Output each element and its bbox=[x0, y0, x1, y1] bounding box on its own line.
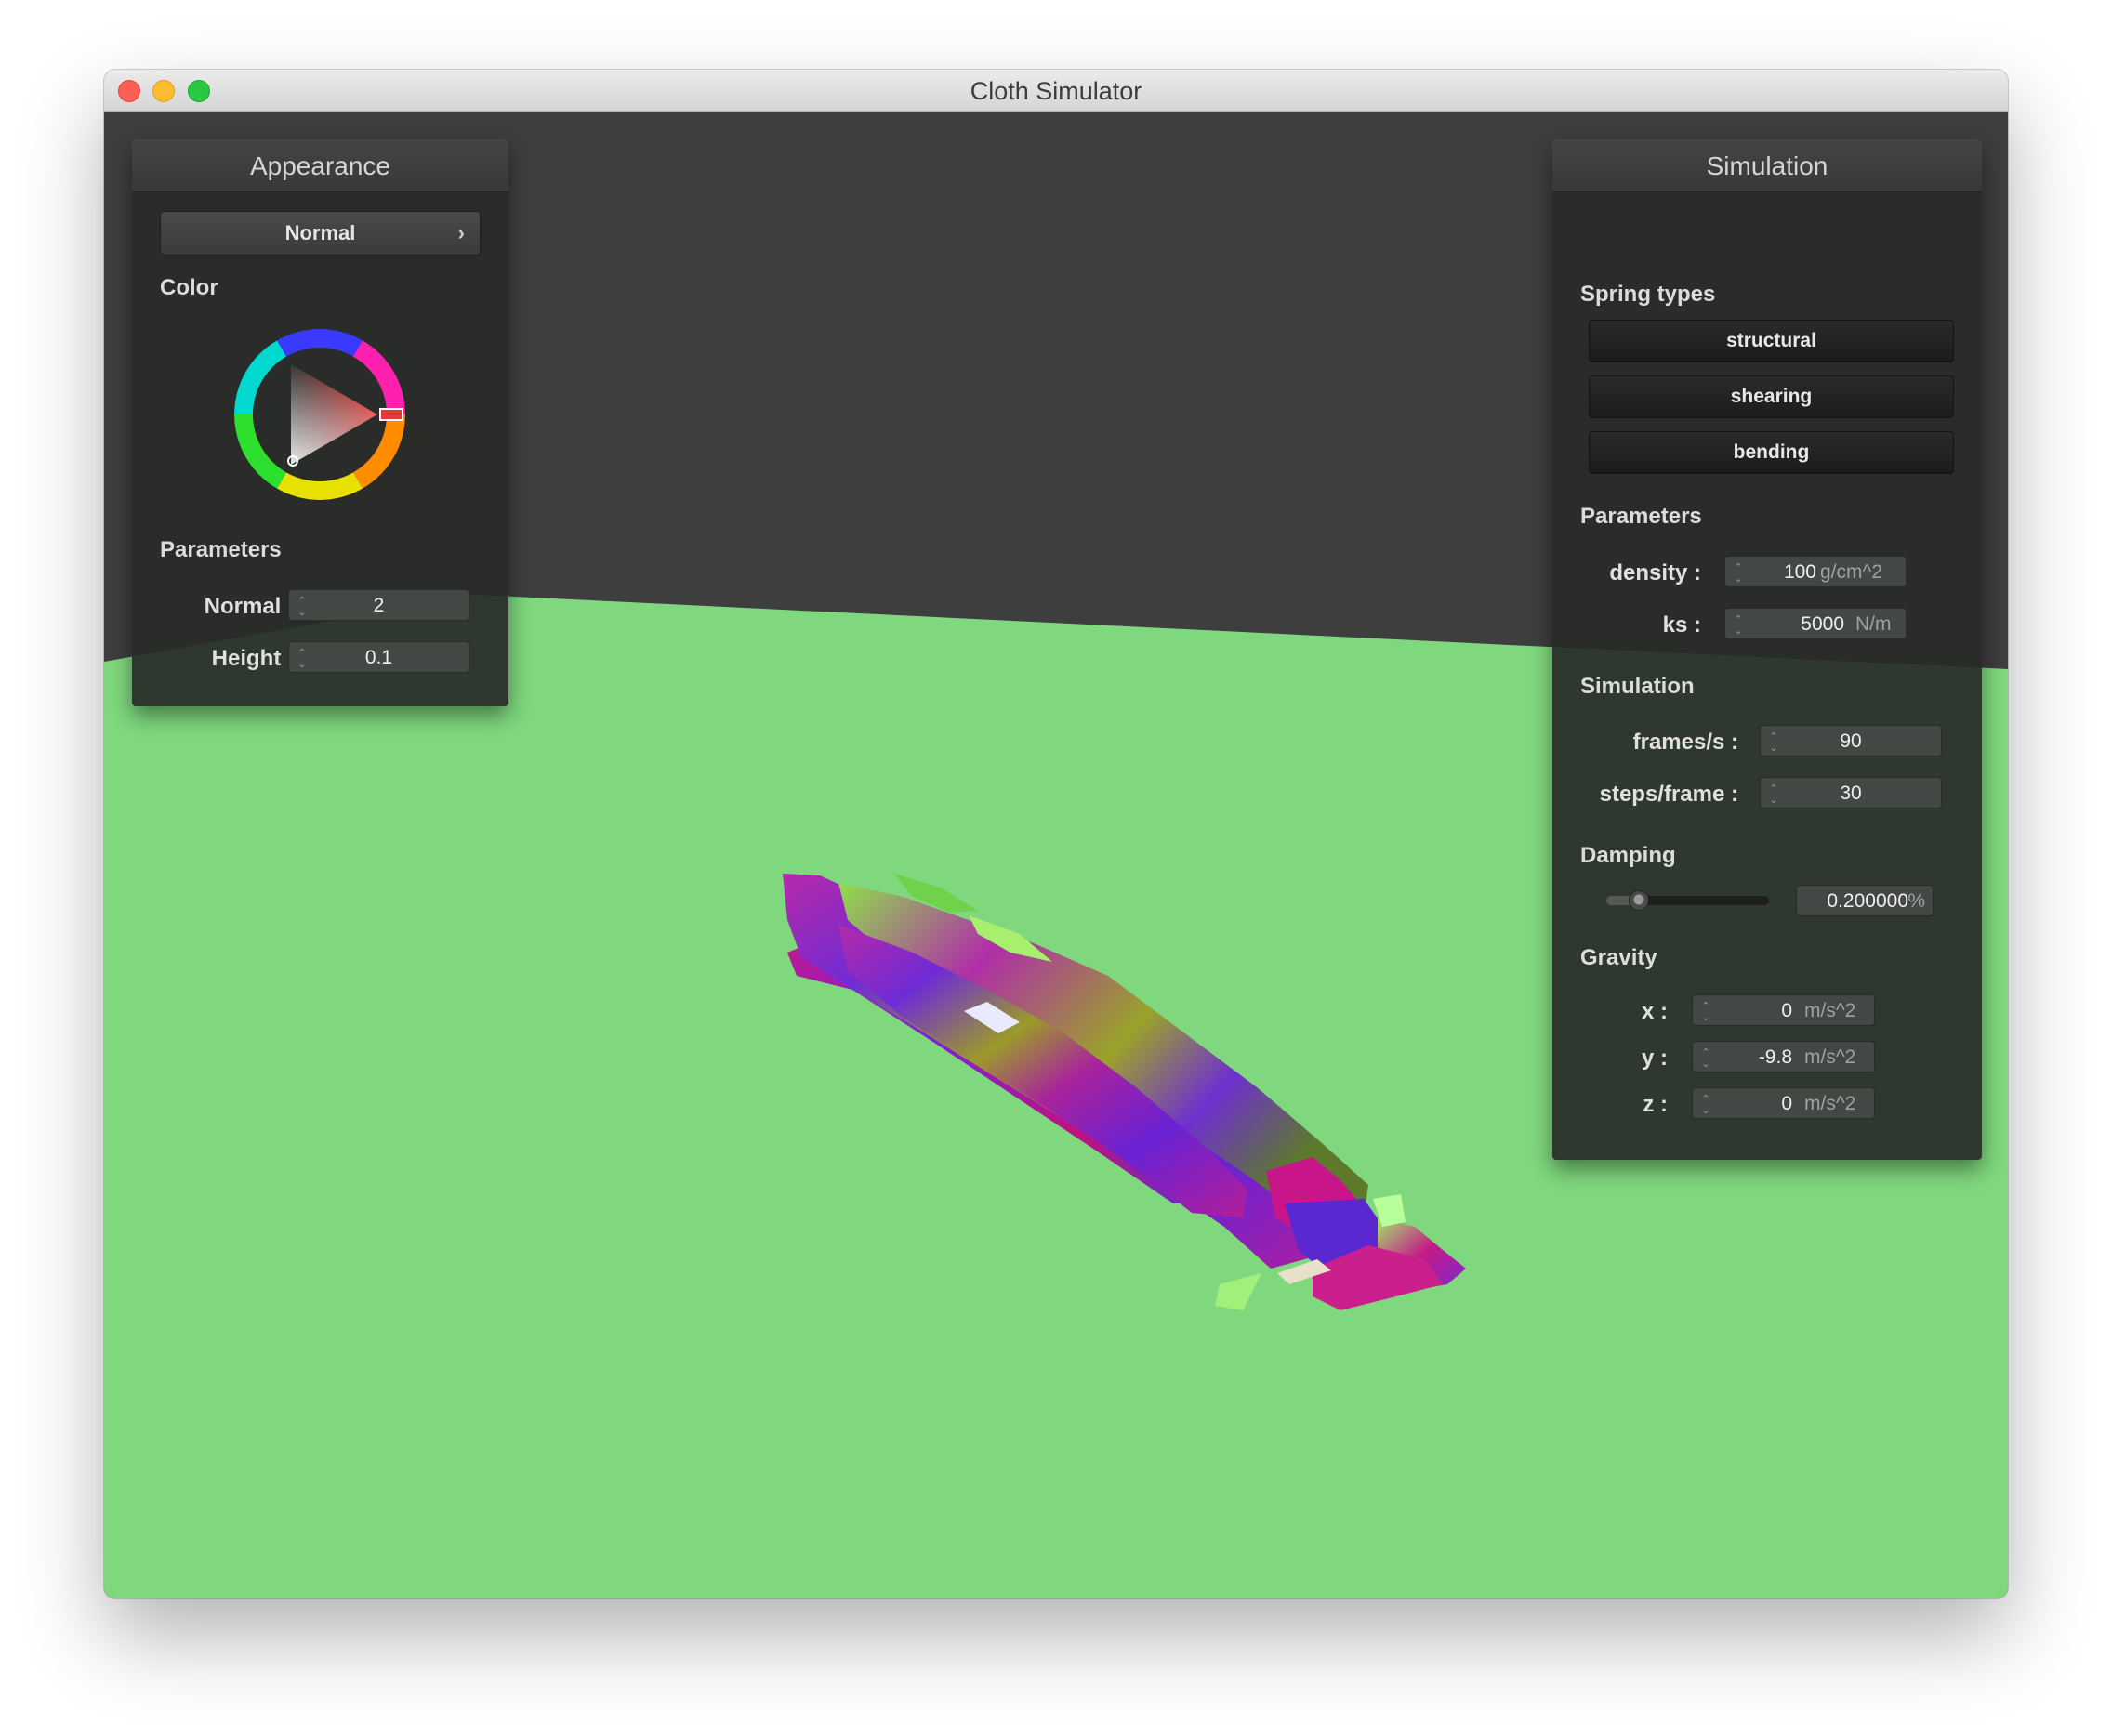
damping-slider[interactable] bbox=[1606, 890, 1769, 911]
appearance-panel: Appearance Normal › Color Parameters Nor… bbox=[132, 139, 508, 706]
height-param-value: 0.1 bbox=[364, 647, 393, 668]
frames-per-second-label: frames/s : bbox=[1632, 730, 1738, 755]
ks-label: ks : bbox=[1662, 612, 1701, 638]
steps-per-frame-label: steps/frame : bbox=[1599, 782, 1738, 807]
frames-per-second-value: 90 bbox=[1840, 730, 1862, 752]
normal-param-value: 2 bbox=[373, 595, 385, 616]
color-wheel[interactable] bbox=[234, 329, 405, 500]
gravity-z-label: z : bbox=[1643, 1092, 1668, 1117]
spin-arrows-icon[interactable]: ⌃ ⌄ bbox=[1733, 614, 1744, 637]
app-window: Cloth Simulator Appearance Normal › Colo… bbox=[104, 70, 2008, 1598]
normal-param-input[interactable]: ⌃ ⌄ 2 bbox=[288, 589, 469, 621]
spring-types-label: Spring types bbox=[1580, 282, 1716, 307]
gravity-z-value: 0 bbox=[1781, 1093, 1792, 1114]
gravity-x-label: x : bbox=[1641, 999, 1668, 1024]
bending-spring-button[interactable]: bending bbox=[1589, 431, 1954, 474]
color-label: Color bbox=[160, 275, 218, 300]
spin-arrows-icon[interactable]: ⌃ ⌄ bbox=[297, 648, 308, 670]
gravity-y-label: y : bbox=[1641, 1046, 1668, 1071]
gravity-y-value: -9.8 bbox=[1758, 1046, 1792, 1068]
gravity-y-input[interactable]: ⌃ ⌄ -9.8 m/s^2 bbox=[1692, 1041, 1875, 1072]
appearance-parameters-label: Parameters bbox=[160, 537, 282, 562]
spin-arrows-icon[interactable]: ⌃ ⌄ bbox=[297, 596, 308, 618]
spin-arrows-icon[interactable]: ⌃ ⌄ bbox=[1733, 562, 1744, 585]
ks-unit: N/m bbox=[1855, 613, 1892, 635]
damping-input[interactable]: 0.200000 % bbox=[1796, 885, 1934, 916]
density-input[interactable]: ⌃ ⌄ 100 g/cm^2 bbox=[1724, 556, 1907, 587]
shader-dropdown[interactable]: Normal › bbox=[160, 211, 481, 256]
shader-dropdown-value: Normal bbox=[284, 221, 356, 244]
gravity-z-unit: m/s^2 bbox=[1804, 1093, 1856, 1114]
window-title: Cloth Simulator bbox=[970, 77, 1142, 105]
simulation-panel: Simulation Spring types structural shear… bbox=[1552, 139, 1982, 1160]
appearance-panel-header[interactable]: Appearance bbox=[132, 139, 508, 192]
frames-per-second-input[interactable]: ⌃ ⌄ 90 bbox=[1760, 725, 1942, 756]
density-unit: g/cm^2 bbox=[1820, 561, 1883, 583]
gravity-x-input[interactable]: ⌃ ⌄ 0 m/s^2 bbox=[1692, 994, 1875, 1026]
hue-selector-handle bbox=[379, 408, 403, 421]
damping-value: 0.200000 bbox=[1827, 890, 1908, 912]
simulation-panel-header[interactable]: Simulation bbox=[1552, 139, 1982, 192]
density-value: 100 bbox=[1783, 561, 1816, 583]
spin-arrows-icon[interactable]: ⌃ ⌄ bbox=[1768, 731, 1779, 754]
damping-slider-handle[interactable] bbox=[1629, 890, 1649, 911]
spin-arrows-icon[interactable]: ⌃ ⌄ bbox=[1700, 1001, 1711, 1023]
structural-spring-button[interactable]: structural bbox=[1589, 320, 1954, 362]
spin-arrows-icon[interactable]: ⌃ ⌄ bbox=[1700, 1047, 1711, 1070]
height-param-input[interactable]: ⌃ ⌄ 0.1 bbox=[288, 641, 469, 673]
spin-arrows-icon[interactable]: ⌃ ⌄ bbox=[1700, 1094, 1711, 1116]
damping-unit: % bbox=[1907, 890, 1925, 912]
gravity-y-unit: m/s^2 bbox=[1804, 1046, 1856, 1068]
gravity-x-unit: m/s^2 bbox=[1804, 1000, 1856, 1021]
density-label: density : bbox=[1609, 560, 1701, 585]
gravity-label: Gravity bbox=[1580, 945, 1657, 970]
steps-per-frame-input[interactable]: ⌃ ⌄ 30 bbox=[1760, 777, 1942, 809]
gravity-x-value: 0 bbox=[1781, 1000, 1792, 1021]
ks-value: 5000 bbox=[1801, 613, 1844, 635]
steps-per-frame-value: 30 bbox=[1840, 783, 1862, 804]
gravity-z-input[interactable]: ⌃ ⌄ 0 m/s^2 bbox=[1692, 1087, 1875, 1119]
simulation-section-label: Simulation bbox=[1580, 674, 1695, 699]
damping-label: Damping bbox=[1580, 843, 1676, 868]
height-param-label: Height : bbox=[211, 646, 295, 671]
title-bar: Cloth Simulator bbox=[104, 70, 2008, 112]
sim-parameters-label: Parameters bbox=[1580, 504, 1702, 529]
shearing-spring-button[interactable]: shearing bbox=[1589, 375, 1954, 418]
chevron-right-icon: › bbox=[457, 221, 465, 244]
spin-arrows-icon[interactable]: ⌃ ⌄ bbox=[1768, 783, 1779, 806]
ks-input[interactable]: ⌃ ⌄ 5000 N/m bbox=[1724, 608, 1907, 639]
normal-param-label: Normal : bbox=[204, 594, 295, 619]
